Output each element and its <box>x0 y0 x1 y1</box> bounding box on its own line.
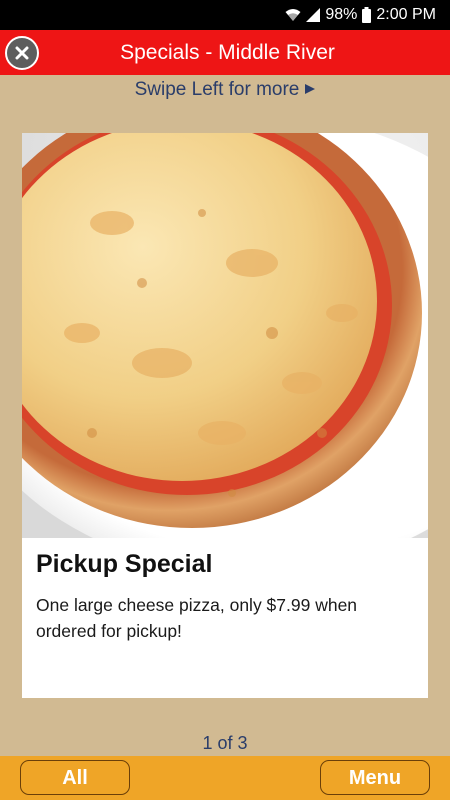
wifi-icon <box>285 8 301 22</box>
swipe-hint: Swipe Left for more <box>0 77 450 103</box>
all-button[interactable]: All <box>20 760 130 795</box>
pizza-image <box>22 133 428 538</box>
page-title: Specials - Middle River <box>120 41 335 64</box>
battery-percentage: 98% <box>325 6 358 23</box>
menu-button[interactable]: Menu <box>320 760 430 795</box>
close-icon <box>15 46 29 60</box>
close-button[interactable] <box>5 36 39 70</box>
status-icons: 98% 2:00 PM <box>285 0 436 30</box>
page-indicator: 1 of 3 <box>202 733 248 753</box>
special-description: One large cheese pizza, only $7.99 when … <box>36 595 358 641</box>
swipe-hint-text: Swipe Left for more <box>134 79 300 100</box>
special-card[interactable]: Pickup Special One large cheese pizza, o… <box>22 133 428 698</box>
play-arrow-icon <box>305 84 316 94</box>
status-bar: 98% 2:00 PM <box>0 0 450 30</box>
bottom-bar: All Menu <box>0 756 450 800</box>
battery-icon <box>362 7 372 23</box>
special-title: Pickup Special <box>36 550 213 578</box>
clock: 2:00 PM <box>376 6 436 23</box>
title-bar: Specials - Middle River <box>0 30 450 75</box>
signal-icon <box>306 8 321 22</box>
